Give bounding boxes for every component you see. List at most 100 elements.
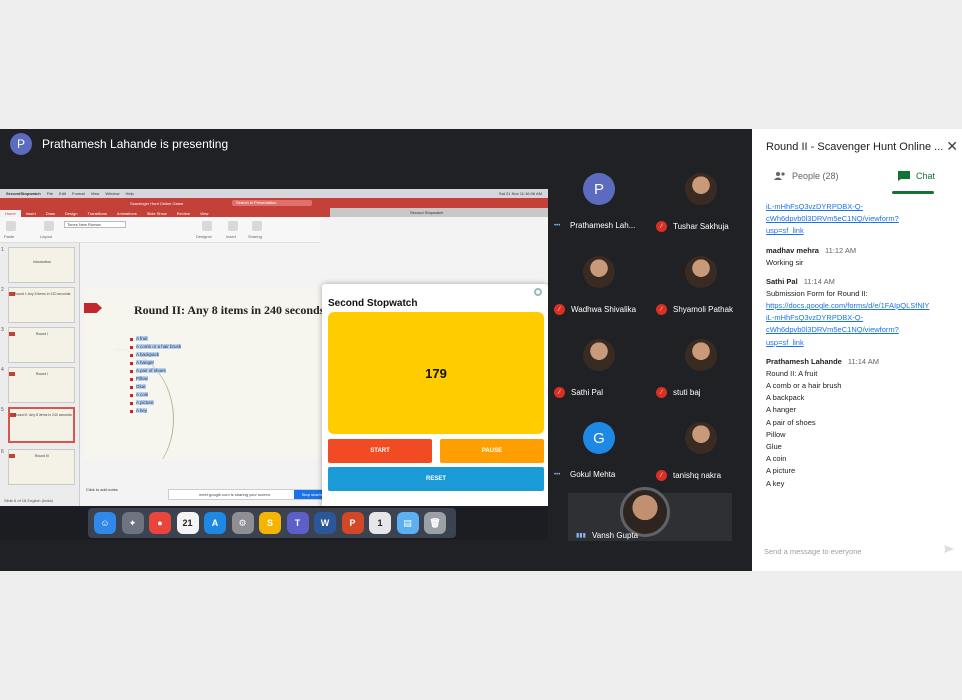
participant-photo — [583, 339, 615, 371]
participant-tile[interactable]: ⁄ Tushar Sakhuja — [650, 159, 752, 241]
tab-design[interactable]: Design — [60, 210, 82, 217]
slide-thumbnail-4[interactable]: Round I — [8, 367, 75, 403]
participant-tile[interactable]: P ••• Prathamesh Lah... — [548, 159, 650, 241]
slide-item: Glue — [129, 383, 181, 391]
slide-title[interactable]: Round II: Any 8 items in 240 seconds — [134, 303, 324, 318]
participant-name-row: ⁄ Wadhwa Shivalika — [554, 304, 650, 315]
tab-chat[interactable]: Chat — [898, 171, 935, 181]
chat-text: Round II: A fruit — [766, 368, 818, 378]
tab-draw[interactable]: Draw — [41, 210, 60, 217]
settings-gear-icon[interactable] — [534, 288, 542, 296]
slide-canvas[interactable]: Round II: Any 8 items in 240 seconds A f… — [84, 289, 324, 459]
teams-icon[interactable]: T — [286, 512, 309, 534]
background-window-titlebar: Second Stopwatch — [330, 208, 548, 217]
chat-link[interactable]: cWh6dpvb0l3DRVm5eC1NQ/viewform? — [766, 324, 956, 336]
participant-tile[interactable]: ⁄ tanishq nakra — [650, 408, 752, 490]
participant-tile[interactable]: ⁄ Shyamoli Pathak — [650, 242, 752, 324]
trash-icon[interactable]: 🗑 — [424, 512, 446, 534]
participant-name-row: ⁄ Shyamoli Pathak — [656, 304, 752, 315]
mic-off-icon: ⁄ — [656, 387, 667, 398]
slide-thumbnails-pane: 1 Introduction 2 Round I: Any 5 items in… — [0, 243, 80, 506]
chat-time: 11:12 AM — [824, 245, 857, 255]
chat-text: A pair of shoes — [766, 417, 816, 427]
pause-button[interactable]: PAUSE — [440, 439, 544, 463]
sharing-icon[interactable] — [252, 221, 262, 231]
slide-item-list[interactable]: A fruit A comb or a hair brush A backpac… — [129, 335, 182, 415]
participant-name: Prathamesh Lah... — [570, 221, 636, 230]
chat-input[interactable]: Send a message to everyone — [764, 547, 862, 556]
launchpad-icon[interactable]: ✦ — [121, 512, 144, 534]
participant-name: Shyamoli Pathak — [673, 305, 734, 314]
participant-tile[interactable]: ⁄ stuti baj — [650, 325, 752, 407]
thumb-number: 1 — [1, 247, 4, 253]
tab-transitions[interactable]: Transitions — [82, 210, 111, 217]
participant-name: Gokul Mehta — [570, 470, 616, 479]
menubar-help[interactable]: Help — [126, 191, 134, 196]
send-icon[interactable] — [944, 545, 954, 553]
word-icon[interactable]: W — [314, 512, 336, 534]
active-speaker-tile[interactable]: ▮▮▮ Vansh Gupta — [568, 487, 732, 541]
participant-photo — [685, 339, 717, 371]
tab-people-label: People (28) — [792, 171, 839, 181]
tab-people[interactable]: People (28) — [774, 171, 839, 181]
stopwatch-icon[interactable]: 1 — [369, 512, 391, 534]
audio-level-icon: ••• — [554, 222, 561, 229]
ppt-status-bar: Slide 6 of 18 English (India) — [4, 498, 53, 503]
start-button[interactable]: START — [328, 439, 432, 463]
font-name-field[interactable]: Times New Roman — [64, 221, 126, 228]
tool-label-designer: Designer — [196, 234, 213, 239]
chat-message-header: Prathamesh Lahande 11:14 AM — [766, 357, 956, 366]
participant-tile[interactable]: G ••• Gokul Mehta — [548, 408, 650, 490]
chat-link[interactable]: usp=sf_link — [766, 225, 956, 237]
menubar-edit[interactable]: Edit — [59, 191, 66, 196]
tab-animations[interactable]: Animations — [112, 210, 142, 217]
tab-slide-show[interactable]: Slide Show — [142, 210, 172, 217]
menubar-format[interactable]: Format — [72, 191, 85, 196]
menubar-clock: Sat 21 Nov 11:16:06 AM — [498, 191, 542, 196]
slide-thumbnail-2[interactable]: Round I: Any 5 items in 120 seconds — [8, 287, 75, 323]
insert-icon[interactable] — [228, 221, 238, 231]
system-preferences-icon[interactable]: ⚙ — [231, 512, 254, 534]
tab-view[interactable]: View — [195, 210, 214, 217]
chat-link[interactable]: usp=sf_link — [766, 337, 956, 349]
layout-icon[interactable] — [44, 221, 54, 231]
chat-text: Pillow — [766, 429, 786, 439]
menubar-app-name[interactable]: SecondStopwatch — [6, 191, 41, 196]
active-speaker-photo — [620, 487, 670, 537]
mic-off-icon: ⁄ — [554, 387, 565, 398]
slide-thumbnail-5[interactable]: Round II: Any 8 items in 240 seconds — [8, 407, 75, 443]
participant-tile[interactable]: ⁄ Wadhwa Shivalika — [548, 242, 650, 324]
chat-link[interactable]: cWh6dpvb0l3DRVm5eC1NQ/viewform? — [766, 213, 956, 225]
chat-link[interactable]: iL-mHhFsQ3vzDYRPDBX-Q- — [766, 201, 956, 213]
menubar-window[interactable]: Window — [105, 191, 119, 196]
ppt-search-box[interactable]: Search in Presentation — [232, 200, 312, 206]
slide-thumbnail-1[interactable]: Introduction — [8, 247, 75, 283]
chat-link[interactable]: iL-mHhFsQ3vzDYRPDBX-Q- — [766, 312, 956, 324]
tab-home[interactable]: Home — [0, 210, 21, 217]
chat-message: madhav mehra 11:12 AM Working sir — [766, 246, 956, 269]
finder-icon[interactable]: ☺ — [94, 512, 116, 534]
paste-icon[interactable] — [6, 221, 16, 231]
chat-message-header: madhav mehra 11:12 AM — [766, 246, 956, 255]
app-store-icon[interactable]: A — [204, 512, 226, 534]
chat-text: Working sir — [766, 257, 804, 267]
powerpoint-icon[interactable]: P — [341, 512, 364, 534]
chrome-icon[interactable]: ● — [149, 512, 171, 534]
tab-insert[interactable]: Insert — [21, 210, 41, 217]
close-icon[interactable]: ✕ — [946, 138, 958, 155]
designer-icon[interactable] — [202, 221, 212, 231]
downloads-icon[interactable]: ▤ — [396, 512, 419, 534]
notes-placeholder[interactable]: Click to add notes — [86, 487, 118, 492]
menubar-view[interactable]: View — [91, 191, 100, 196]
slide-thumbnail-6[interactable]: Round III — [8, 449, 75, 485]
menubar-file[interactable]: File — [47, 191, 53, 196]
slides-icon[interactable]: S — [259, 512, 281, 534]
reset-button[interactable]: RESET — [328, 467, 544, 491]
chat-text: A picture — [766, 466, 796, 476]
participant-tile[interactable]: ⁄ Sathi Pal — [548, 325, 650, 407]
chat-link[interactable]: https://docs.google.com/forms/d/e/1FAIpQ… — [766, 300, 956, 312]
tab-review[interactable]: Review — [172, 210, 195, 217]
slide-thumbnail-3[interactable]: Round I — [8, 327, 75, 363]
calendar-icon[interactable]: 21 — [176, 512, 199, 534]
tool-label-sharing: Sharing — [248, 234, 262, 239]
